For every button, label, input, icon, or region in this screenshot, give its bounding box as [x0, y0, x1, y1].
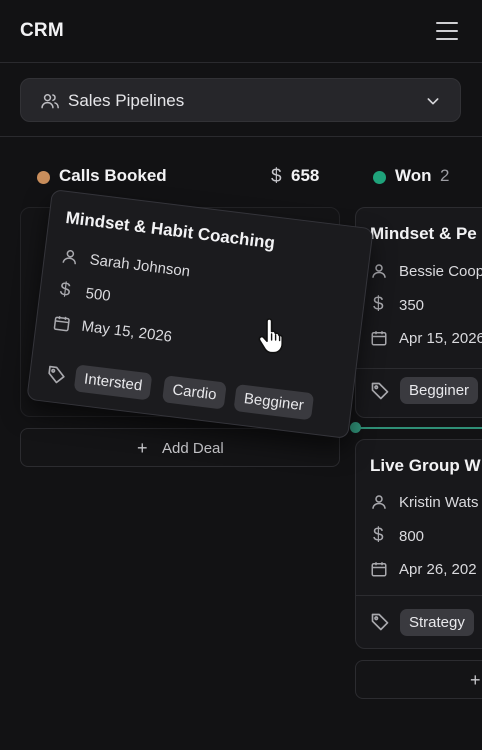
- deal-contact: Kristin Wats: [399, 494, 479, 511]
- deal-tag: Begginer: [233, 383, 315, 421]
- status-dot: [373, 171, 386, 184]
- hamburger-icon-line: [436, 30, 458, 32]
- dollar-icon: $: [58, 278, 72, 301]
- user-icon: [372, 264, 386, 278]
- chevron-down-icon: [427, 98, 439, 105]
- add-deal-label: Add Deal: [162, 440, 224, 457]
- user-icon: [372, 495, 386, 509]
- drop-indicator-line: [355, 427, 482, 429]
- deal-amount: 500: [84, 284, 112, 305]
- deal-title: Mindset & Habit Coaching: [64, 207, 276, 253]
- tag-icon: [371, 382, 389, 400]
- deal-title: Live Group W: [370, 456, 481, 475]
- dollar-icon: $: [271, 166, 282, 187]
- dollar-icon: $: [373, 525, 384, 546]
- user-icon: [62, 250, 76, 265]
- plus-icon: +: [470, 670, 481, 690]
- deal-tag: Cardio: [161, 375, 228, 410]
- status-dot: [37, 171, 50, 184]
- pipeline-select-label: Sales Pipelines: [68, 91, 185, 110]
- deal-date: Apr 26, 202: [399, 561, 477, 578]
- app-title: CRM: [20, 20, 64, 41]
- deal-tag: Intersted: [73, 364, 153, 401]
- column-count: 2: [440, 166, 450, 185]
- column-title: Won: [395, 166, 432, 185]
- tag-icon: [371, 613, 389, 631]
- tag-icon: [48, 365, 65, 384]
- calendar-icon: [371, 562, 387, 577]
- deal-amount: 800: [399, 528, 425, 545]
- dollar-icon: $: [373, 294, 384, 315]
- pipeline-select[interactable]: Sales Pipelines: [20, 78, 461, 122]
- drop-indicator-dot: [350, 422, 361, 433]
- deal-amount: 350: [399, 297, 425, 314]
- deal-date: Apr 15, 2026: [399, 330, 482, 347]
- hand-pointer-icon: [258, 318, 283, 354]
- calendar-icon: [53, 316, 70, 332]
- top-bar: CRM: [0, 0, 482, 63]
- deal-contact: Sarah Johnson: [88, 251, 191, 281]
- column-total: 658: [291, 166, 320, 185]
- deal-tag: Begginer: [400, 377, 479, 404]
- menu-button[interactable]: [434, 20, 460, 42]
- hamburger-icon-line: [436, 38, 458, 40]
- hamburger-icon: [436, 22, 458, 24]
- deal-card[interactable]: Mindset & Pe Bessie Coop $ 350 Apr 15, 2…: [355, 207, 482, 418]
- card-divider: [356, 595, 482, 596]
- column-header-won: Won 2: [373, 165, 482, 189]
- add-deal-button[interactable]: +: [355, 660, 482, 699]
- dragging-deal-card[interactable]: Mindset & Habit Coaching Sarah Johnson $…: [26, 189, 374, 439]
- deal-card[interactable]: Live Group W Kristin Wats $ 800 Apr 26, …: [355, 439, 482, 649]
- users-icon: [41, 94, 59, 109]
- column-header-calls-booked: Calls Booked $ 658: [37, 165, 337, 189]
- deal-tag: Strategy: [400, 609, 474, 636]
- column-title: Calls Booked: [59, 166, 167, 185]
- pipeline-selector-bar: Sales Pipelines: [0, 63, 482, 137]
- deal-contact: Bessie Coop: [399, 263, 482, 280]
- plus-icon: +: [137, 438, 148, 458]
- calendar-icon: [371, 331, 387, 346]
- deal-title: Mindset & Pe: [370, 224, 477, 243]
- card-divider: [356, 368, 482, 369]
- deal-date: May 15, 2026: [80, 317, 173, 346]
- add-deal-button[interactable]: + Add Deal: [20, 428, 340, 467]
